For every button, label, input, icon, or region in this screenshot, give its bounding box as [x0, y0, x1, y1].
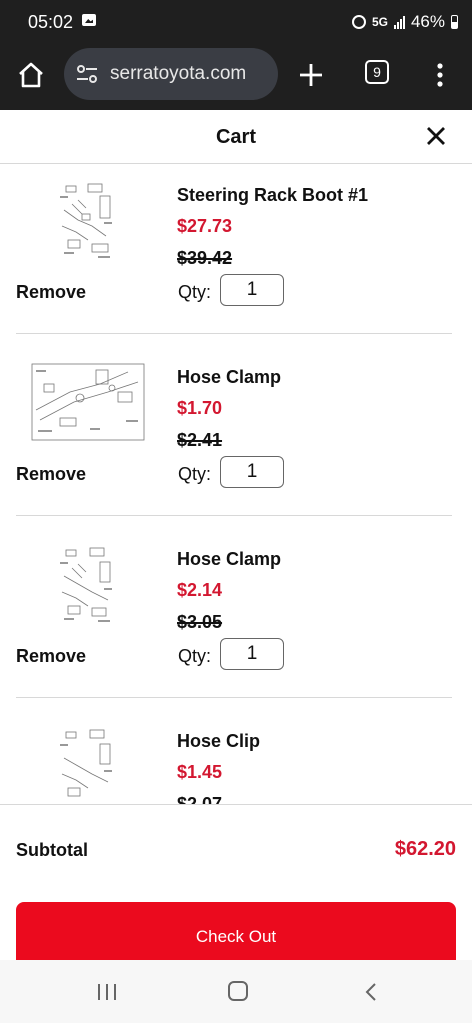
tab-switcher-icon[interactable]: 9: [365, 60, 389, 84]
cart-footer: Subtotal $62.20 Check Out: [0, 804, 472, 961]
signal-icon: [393, 15, 405, 29]
address-bar[interactable]: serratoyota.com: [64, 48, 278, 100]
checkout-button[interactable]: Check Out: [16, 902, 456, 961]
cart-item-list[interactable]: Steering Rack Boot #1 $27.73 $39.42 Remo…: [0, 164, 472, 804]
cart-item: Hose Clamp $1.70 $2.41 Remove Qty:: [0, 346, 472, 528]
quantity-input[interactable]: [220, 456, 284, 488]
item-name[interactable]: Hose Clamp: [177, 367, 281, 388]
cart-title: Cart: [215, 126, 256, 148]
item-sale-price: $1.45: [177, 762, 223, 782]
recent-apps-icon[interactable]: [96, 983, 118, 1001]
more-vert-icon[interactable]: [434, 62, 446, 88]
item-original-price: $3.05: [177, 612, 223, 632]
cart-item: Hose Clip $1.45 $2.07: [0, 710, 472, 804]
item-divider: [16, 697, 452, 698]
alarm-icon: [351, 15, 366, 29]
item-original-price: $2.41: [177, 430, 223, 450]
battery-percent: 46%: [410, 12, 445, 31]
browser-toolbar: serratoyota.com 9: [0, 44, 472, 110]
remove-button[interactable]: Remove: [16, 464, 86, 485]
item-divider: [16, 333, 452, 334]
item-name[interactable]: Steering Rack Boot #1: [177, 185, 368, 206]
status-indicators: 5G 46%: [351, 12, 458, 32]
home-icon[interactable]: [16, 60, 46, 90]
qty-label: Qty:: [178, 282, 212, 302]
cart-item: Steering Rack Boot #1 $27.73 $39.42 Remo…: [0, 164, 472, 346]
item-sale-price: $1.70: [177, 398, 223, 418]
product-diagram-thumbnail: [60, 729, 112, 797]
item-original-price: $39.42: [177, 248, 233, 268]
item-name[interactable]: Hose Clamp: [177, 549, 281, 570]
status-time: 05:02: [28, 12, 74, 32]
url-text: serratoyota.com: [110, 63, 247, 84]
back-icon[interactable]: [364, 982, 378, 1002]
item-original-price: $2.07: [177, 794, 223, 804]
plus-icon[interactable]: [298, 62, 324, 88]
battery-icon: [451, 15, 458, 29]
item-sale-price: $27.73: [177, 216, 233, 236]
tune-icon[interactable]: [76, 64, 98, 84]
close-icon[interactable]: [424, 124, 448, 148]
qty-label: Qty:: [178, 464, 212, 484]
status-bar: 05:02 5G 46%: [0, 0, 472, 44]
item-sale-price: $2.14: [177, 580, 223, 600]
product-diagram-thumbnail: [60, 183, 112, 258]
network-type: 5G: [371, 15, 388, 29]
quantity-input[interactable]: [220, 274, 284, 306]
item-divider: [16, 515, 452, 516]
quantity-input[interactable]: [220, 638, 284, 670]
subtotal-value: $62.20: [394, 838, 456, 860]
item-name[interactable]: Hose Clip: [177, 731, 260, 752]
cart-header: Cart: [0, 110, 472, 164]
remove-button[interactable]: Remove: [16, 646, 86, 667]
remove-button[interactable]: Remove: [16, 282, 86, 303]
image-notification-icon: [82, 14, 96, 26]
android-nav-bar: [0, 960, 472, 1023]
product-diagram-thumbnail: [60, 547, 112, 622]
nav-home-icon[interactable]: [228, 981, 248, 1001]
product-diagram-thumbnail: [31, 363, 145, 441]
cart-item: Hose Clamp $2.14 $3.05 Remove Qty:: [0, 528, 472, 710]
qty-label: Qty:: [178, 646, 212, 666]
subtotal-label: Subtotal: [16, 840, 88, 860]
